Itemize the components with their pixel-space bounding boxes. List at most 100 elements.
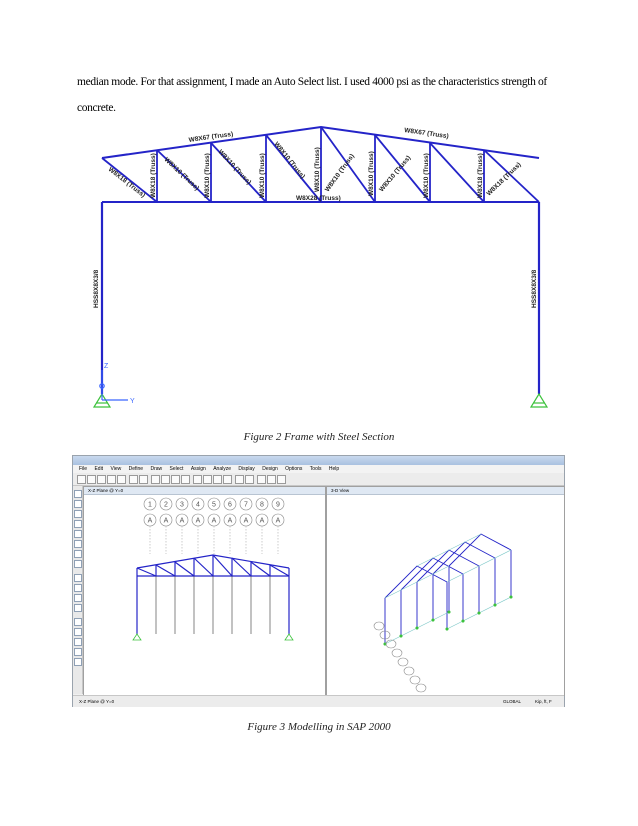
zoom-fit-icon[interactable] [171,475,180,484]
grid-label: A [212,518,217,525]
grid-label: 7 [244,502,248,509]
member-label: W8X10 (Truss) [259,153,266,198]
redo-icon[interactable] [117,475,126,484]
grid-label: 8 [260,502,264,509]
snap-perpendicular-icon[interactable] [74,648,82,656]
figure-3-caption: Figure 3 Modelling in SAP 2000 [247,721,391,733]
grid-label: A [148,518,153,525]
clear-selection-icon[interactable] [74,594,82,602]
reshape-tool-icon[interactable] [74,500,82,508]
snap-intersections-icon[interactable] [74,638,82,646]
member-label: W8X10 (Truss) [423,153,430,198]
open-file-icon[interactable] [87,475,96,484]
status-global[interactable]: GLOBAL [503,696,521,707]
grid-label: A [260,518,265,525]
quick-draw-frame-icon[interactable] [74,530,82,538]
refresh-icon[interactable] [245,475,254,484]
show-forces-icon[interactable] [267,475,276,484]
save-icon[interactable] [97,475,106,484]
menu-tools[interactable]: Tools [310,466,322,472]
member-label: W8X18 (Truss) [477,153,484,198]
grid-label: A [180,518,185,525]
member-label: W8X18 (Truss) [150,153,157,198]
member-label: W8X10 (Truss) [314,147,321,192]
draw-brace-icon[interactable] [74,540,82,548]
view-yz-icon[interactable] [223,475,232,484]
zoom-in-icon[interactable] [151,475,160,484]
select-all-icon[interactable] [74,574,82,582]
grid-label: A [196,518,201,525]
figure-2-frame: W8X67 (Truss) W8X67 (Truss) W8X28 (Truss… [92,125,549,408]
menu-select[interactable]: Select [170,466,184,472]
right-pane-drawing [373,533,513,693]
menu-options[interactable]: Options [285,466,302,472]
status-bar: X-Z Plane @ Y=0 GLOBAL Kip, ft, F [73,695,564,707]
menu-design[interactable]: Design [262,466,278,472]
menu-bar: File Edit View Define Draw Select Assign… [73,465,564,473]
grid-label: A [244,518,249,525]
app-titlebar: SAP2000 v15.1.0 Ultimate - TrussFrame [73,456,564,470]
design-icon[interactable] [277,475,286,484]
figure-2-caption: Figure 2 Frame with Steel Section [243,431,395,443]
menu-edit[interactable]: Edit [94,466,103,472]
menu-define[interactable]: Define [129,466,143,472]
status-units[interactable]: Kip, ft, F [535,696,552,707]
figure-3-sap2000-window: SAP2000 v15.1.0 Ultimate - TrussFrame Fi… [72,455,565,707]
grid-label: 5 [212,502,216,509]
menu-file[interactable]: File [79,466,87,472]
lock-icon[interactable] [129,475,138,484]
menu-display[interactable]: Display [238,466,254,472]
axis-z-label: Z [104,363,109,370]
member-label: W8X18 (Truss) [486,161,523,197]
member-label: W8X10 (Truss) [368,151,375,196]
grid-label: A [276,518,281,525]
bottom-chord-label: W8X28 (Truss) [296,195,341,202]
menu-analyze[interactable]: Analyze [213,466,231,472]
left-view-pane[interactable]: X-Z Plane @ Y=0 1 2 3 4 5 6 7 8 9 A A A … [83,486,326,696]
top-chord-label-right: W8X67 (Truss) [404,127,449,140]
menu-help[interactable]: Help [329,466,339,472]
draw-area-icon[interactable] [74,550,82,558]
get-previous-selection-icon[interactable] [74,584,82,592]
toolbar [73,473,564,486]
draw-rectangle-icon[interactable] [74,560,82,568]
member-label: W8X18 (Truss) [107,166,147,199]
grid-label: A [228,518,233,525]
member-label: W8X10 (Truss) [324,153,356,193]
grid-label: 3 [180,502,184,509]
undo-icon[interactable] [107,475,116,484]
view-3d-icon[interactable] [193,475,202,484]
axis-y-label: Y [130,398,135,405]
menu-assign[interactable]: Assign [191,466,206,472]
zoom-out-icon[interactable] [161,475,170,484]
run-analysis-icon[interactable] [139,475,148,484]
status-left: X-Z Plane @ Y=0 [79,699,115,704]
column-label-right: HSS8X8X3/8 [531,269,538,308]
left-toolbar [73,486,83,694]
snap-lines-icon[interactable] [74,658,82,666]
menu-draw[interactable]: Draw [150,466,162,472]
axis-triad [99,370,128,401]
right-view-pane[interactable]: 3-D View [326,486,565,696]
intersecting-line-select-icon[interactable] [74,604,82,612]
display-options-icon[interactable] [257,475,266,484]
draw-joint-icon[interactable] [74,510,82,518]
view-xy-icon[interactable] [203,475,212,484]
left-pane-drawing: 1 2 3 4 5 6 7 8 9 A A A A A A A A A [132,497,294,641]
view-xz-icon[interactable] [213,475,222,484]
grid-label: 9 [276,502,280,509]
pan-icon[interactable] [181,475,190,484]
snap-ends-icon[interactable] [74,628,82,636]
member-label: W8X10 (Truss) [217,149,253,187]
new-file-icon[interactable] [77,475,86,484]
menu-view[interactable]: View [110,466,121,472]
snap-joints-icon[interactable] [74,618,82,626]
pointer-tool-icon[interactable] [74,490,82,498]
column-label-left: HSS8X8X3/8 [93,269,100,308]
draw-frame-icon[interactable] [74,520,82,528]
grid-label: 2 [164,502,168,509]
grid-label: 6 [228,502,232,509]
grid-label: A [164,518,169,525]
rotate-icon[interactable] [235,475,244,484]
grid-label: 1 [148,502,152,509]
